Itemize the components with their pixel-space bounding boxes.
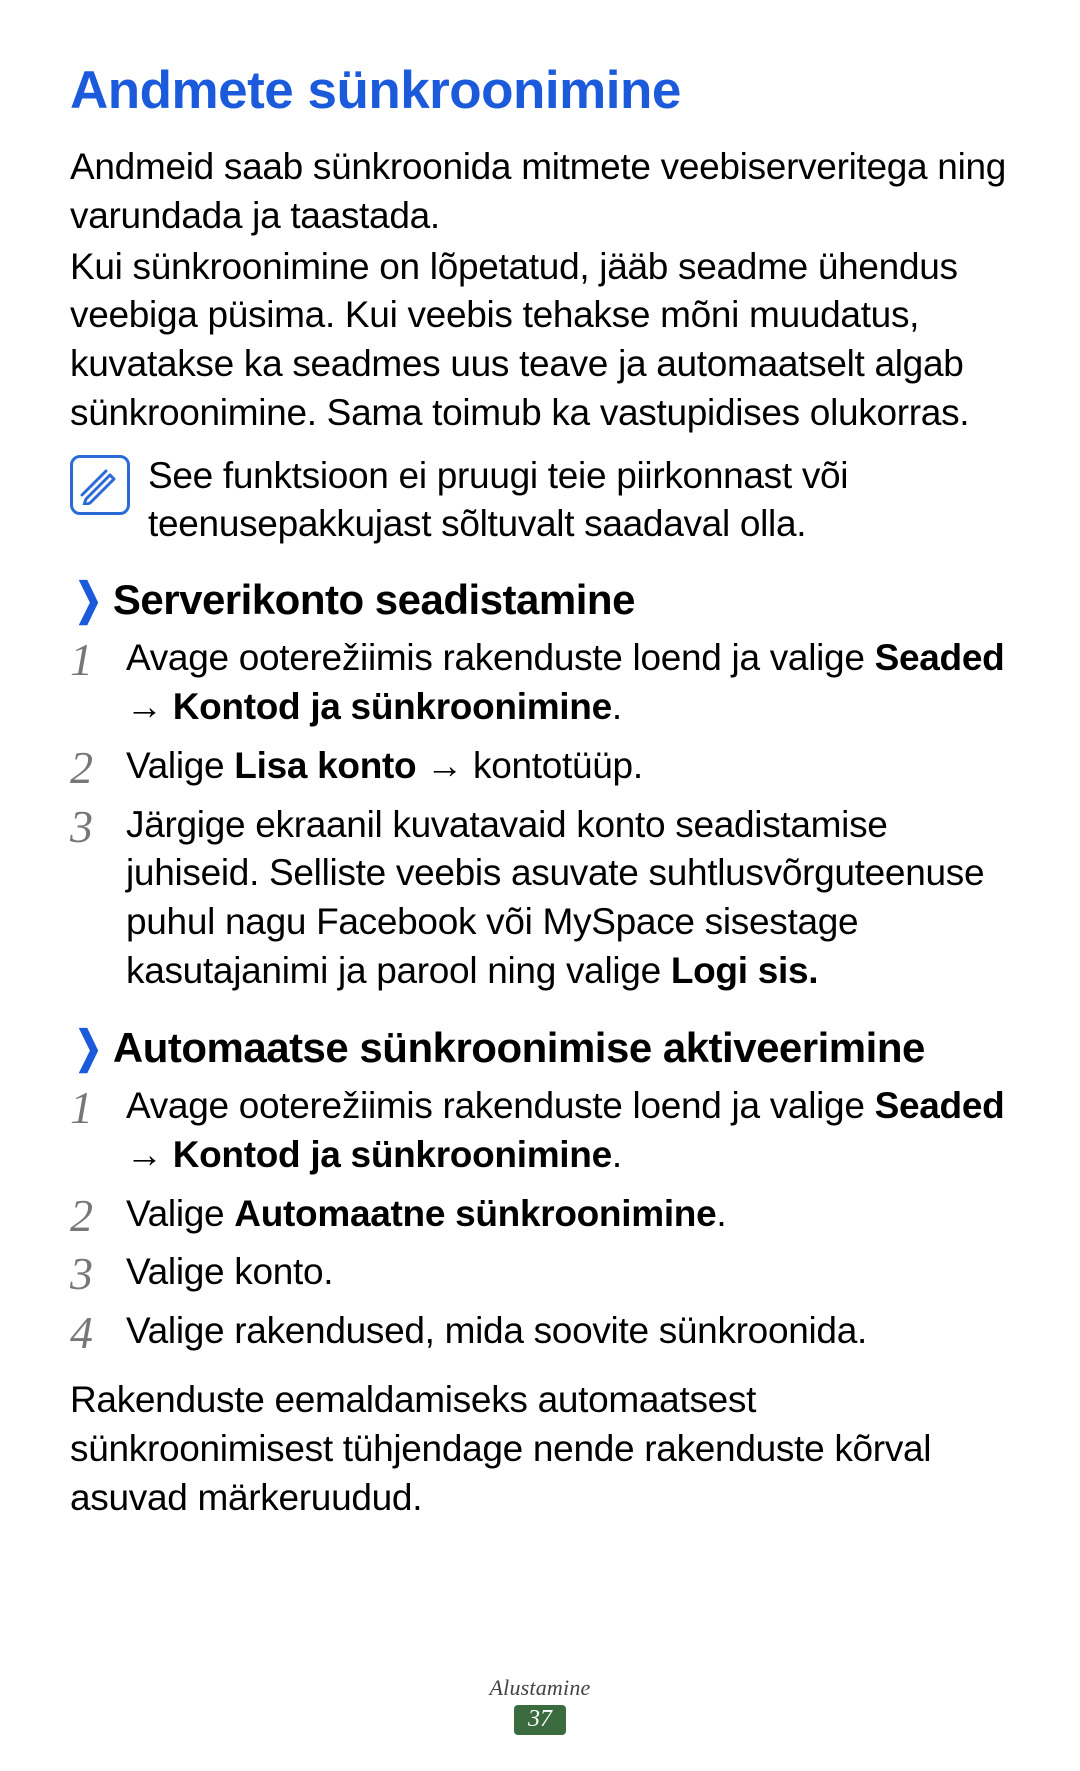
step-text: Järgige ekraanil kuvatavaid konto seadis… (126, 804, 984, 991)
section-2-heading: Automaatse sünkroonimise aktiveerimine (113, 1024, 925, 1072)
arrow-text: → (416, 745, 473, 786)
list-item: Avage ooterežiimis rakenduste loend ja v… (70, 1082, 1010, 1180)
step-text: Avage ooterežiimis rakenduste loend ja v… (126, 637, 875, 678)
outro-paragraph: Rakenduste eemaldamiseks automaatsest sü… (70, 1376, 1010, 1522)
step-text: Valige konto. (126, 1251, 333, 1292)
arrow-text: → (126, 1134, 173, 1175)
page-title: Andmete sünkroonimine (70, 60, 1010, 121)
step-text: Valige (126, 1193, 234, 1234)
bold-text: Automaatne sünkroonimine (234, 1193, 716, 1234)
intro-paragraph-2: Kui sünkroonimine on lõpetatud, jääb sea… (70, 243, 1010, 438)
section-1-heading: Serverikonto seadistamine (113, 576, 635, 624)
bold-text: Logi sis. (671, 950, 818, 991)
bold-text: Kontod ja sünkroonimine (173, 686, 612, 727)
step-text: Avage ooterežiimis rakenduste loend ja v… (126, 1085, 875, 1126)
step-text: . (612, 686, 622, 727)
list-item: Valige rakendused, mida soovite sünkroon… (70, 1307, 1010, 1356)
step-text: Valige (126, 745, 234, 786)
step-text: kontotüüp. (473, 745, 643, 786)
chevron-right-icon: ❯ (75, 578, 103, 622)
page-number: 37 (514, 1705, 566, 1735)
note-callout: See funktsioon ei pruugi teie piirkonnas… (70, 452, 1010, 548)
bold-text: Seaded (875, 1085, 1005, 1126)
chevron-right-icon: ❯ (75, 1026, 103, 1070)
list-item: Valige Automaatne sünkroonimine. (70, 1190, 1010, 1239)
note-icon (70, 455, 130, 515)
list-item: Valige Lisa konto → kontotüüp. (70, 742, 1010, 791)
section-2-steps: Avage ooterežiimis rakenduste loend ja v… (70, 1082, 1010, 1356)
section-1-steps: Avage ooterežiimis rakenduste loend ja v… (70, 634, 1010, 996)
section-2-header: ❯ Automaatse sünkroonimise aktiveerimine (70, 1024, 1010, 1072)
list-item: Valige konto. (70, 1248, 1010, 1297)
list-item: Järgige ekraanil kuvatavaid konto seadis… (70, 801, 1010, 996)
page-footer: Alustamine 37 (0, 1675, 1080, 1735)
step-text: Valige rakendused, mida soovite sünkroon… (126, 1310, 867, 1351)
page: Andmete sünkroonimine Andmeid saab sünkr… (0, 0, 1080, 1771)
step-text: . (716, 1193, 726, 1234)
step-text: . (612, 1134, 622, 1175)
bold-text: Kontod ja sünkroonimine (173, 1134, 612, 1175)
bold-text: Lisa konto (234, 745, 416, 786)
bold-text: Seaded (875, 637, 1005, 678)
arrow-text: → (126, 686, 173, 727)
page-number-wrap: 37 (0, 1705, 1080, 1735)
intro-paragraph-1: Andmeid saab sünkroonida mitmete veebise… (70, 143, 1010, 241)
section-1-header: ❯ Serverikonto seadistamine (70, 576, 1010, 624)
note-text: See funktsioon ei pruugi teie piirkonnas… (148, 452, 1010, 548)
list-item: Avage ooterežiimis rakenduste loend ja v… (70, 634, 1010, 732)
footer-section-label: Alustamine (0, 1675, 1080, 1701)
